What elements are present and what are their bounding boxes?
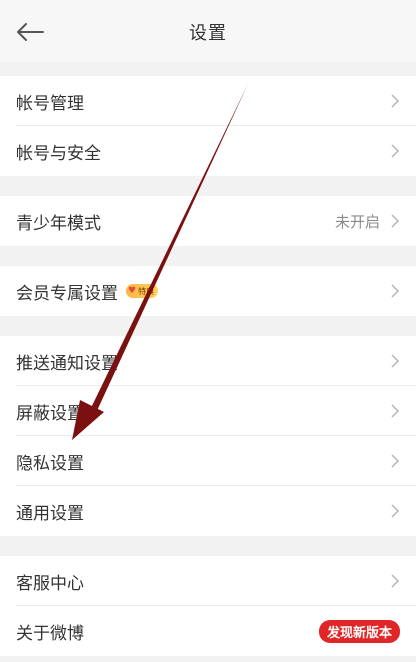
chevron-right-icon	[391, 214, 400, 228]
row-account-management[interactable]: 帐号管理	[0, 76, 416, 126]
row-label: 隐私设置	[16, 453, 84, 474]
row-account-security[interactable]: 帐号与安全	[0, 126, 416, 176]
row-label: 通用设置	[16, 503, 84, 524]
row-label: 帐号管理	[16, 93, 84, 114]
row-label: 推送通知设置	[16, 353, 118, 374]
vip-badge: ♥ 特典	[126, 284, 159, 298]
vip-badge-text: 特典	[138, 286, 155, 296]
row-label: 青少年模式	[16, 213, 101, 234]
chevron-right-icon	[391, 284, 400, 298]
top-bar: 设置	[0, 0, 416, 62]
chevron-right-icon	[391, 454, 400, 468]
chevron-right-icon	[391, 404, 400, 418]
chevron-right-icon	[391, 504, 400, 518]
chevron-right-icon	[391, 574, 400, 588]
row-general-settings[interactable]: 通用设置	[0, 486, 416, 536]
row-label: 客服中心	[16, 573, 84, 594]
row-teen-mode[interactable]: 青少年模式 未开启	[0, 196, 416, 246]
row-vip-settings[interactable]: 会员专属设置 ♥ 特典	[0, 266, 416, 316]
page-title: 设置	[189, 23, 227, 44]
row-label: 屏蔽设置	[16, 403, 84, 424]
new-version-badge: 发现新版本	[318, 619, 400, 643]
row-about-weibo[interactable]: 关于微博 发现新版本	[0, 606, 416, 656]
row-block-settings[interactable]: 屏蔽设置	[0, 386, 416, 436]
row-push-notifications[interactable]: 推送通知设置	[0, 336, 416, 386]
chevron-right-icon	[391, 144, 400, 158]
chevron-right-icon	[391, 354, 400, 368]
chevron-right-icon	[391, 94, 400, 108]
teen-mode-status: 未开启	[334, 212, 380, 231]
row-customer-service[interactable]: 客服中心	[0, 556, 416, 606]
row-privacy-settings[interactable]: 隐私设置	[0, 436, 416, 486]
heart-icon: ♥	[128, 286, 137, 296]
row-label: 关于微博	[16, 623, 84, 644]
row-label: 会员专属设置	[16, 283, 118, 304]
row-label: 帐号与安全	[16, 143, 101, 164]
